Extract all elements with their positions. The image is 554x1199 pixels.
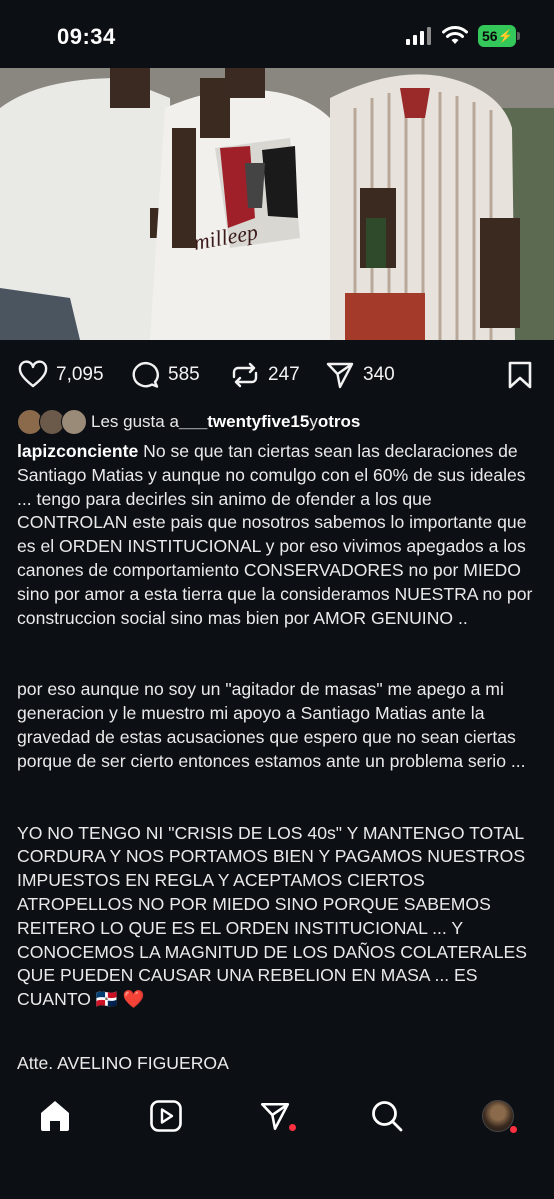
- tab-home[interactable]: [35, 1096, 75, 1136]
- wifi-icon: [442, 26, 468, 44]
- liked-by-prefix: Les gusta a: [91, 412, 179, 431]
- share-button[interactable]: 340: [325, 360, 395, 390]
- like-count: 7,095: [56, 364, 104, 385]
- tab-messages[interactable]: [255, 1096, 296, 1136]
- status-bar: 09:34 56 ⚡: [0, 0, 554, 68]
- notification-dot: [289, 1124, 296, 1131]
- profile-avatar: [482, 1100, 514, 1132]
- tab-search[interactable]: [367, 1096, 407, 1136]
- comment-button[interactable]: 585: [130, 360, 200, 390]
- send-icon: [260, 1102, 290, 1131]
- charging-bolt-icon: ⚡: [498, 29, 513, 43]
- liked-by-row[interactable]: Les gusta a ___twentyfive15 y otros: [17, 408, 360, 436]
- liked-by-user[interactable]: ___twentyfive15: [179, 412, 309, 432]
- tab-profile[interactable]: [478, 1096, 518, 1136]
- caption-username[interactable]: lapizconciente: [17, 441, 138, 461]
- liked-by-middle: y: [309, 412, 318, 431]
- battery-indicator: 56 ⚡: [478, 25, 520, 47]
- post-photo[interactable]: milleep: [0, 68, 554, 340]
- post-caption: lapizconciente No se que tan ciertas sea…: [17, 440, 541, 1076]
- status-time: 09:34: [57, 24, 116, 49]
- comment-count: 585: [168, 364, 200, 385]
- caption-signature: Atte. AVELINO FIGUEROA: [17, 1052, 229, 1073]
- save-button[interactable]: [505, 360, 535, 390]
- home-icon: [41, 1101, 69, 1131]
- battery-level: 56: [482, 28, 498, 44]
- caption-paragraph-2: por eso aunque no soy un "agitador de ma…: [17, 679, 526, 771]
- heart-icon: [18, 360, 48, 388]
- search-icon: [372, 1101, 403, 1132]
- tab-reels[interactable]: [146, 1096, 186, 1136]
- repost-count: 247: [268, 364, 300, 385]
- caption-paragraph-1: lapizconciente No se que tan ciertas sea…: [17, 441, 533, 628]
- liked-by-others[interactable]: otros: [318, 412, 361, 432]
- liked-by-avatars: [17, 409, 91, 435]
- comment-icon: [132, 362, 159, 388]
- send-icon: [326, 362, 354, 389]
- bookmark-icon: [508, 361, 532, 389]
- avatar: [61, 409, 87, 435]
- caption-paragraph-3: YO NO TENGO NI "CRISIS DE LOS 40s" Y MAN…: [17, 822, 527, 1010]
- share-count: 340: [363, 364, 395, 385]
- caption-emoji: 🇩🇴 ❤️: [95, 989, 145, 1010]
- bottom-tab-bar: [0, 1080, 554, 1199]
- notification-dot: [510, 1126, 517, 1133]
- repost-icon: [232, 362, 258, 388]
- cellular-signal-icon: [406, 27, 431, 45]
- reels-icon: [150, 1100, 182, 1132]
- post-actions: 7,095 585 247 340: [0, 352, 554, 398]
- like-button[interactable]: 7,095: [18, 360, 104, 390]
- repost-button[interactable]: 247: [230, 360, 300, 390]
